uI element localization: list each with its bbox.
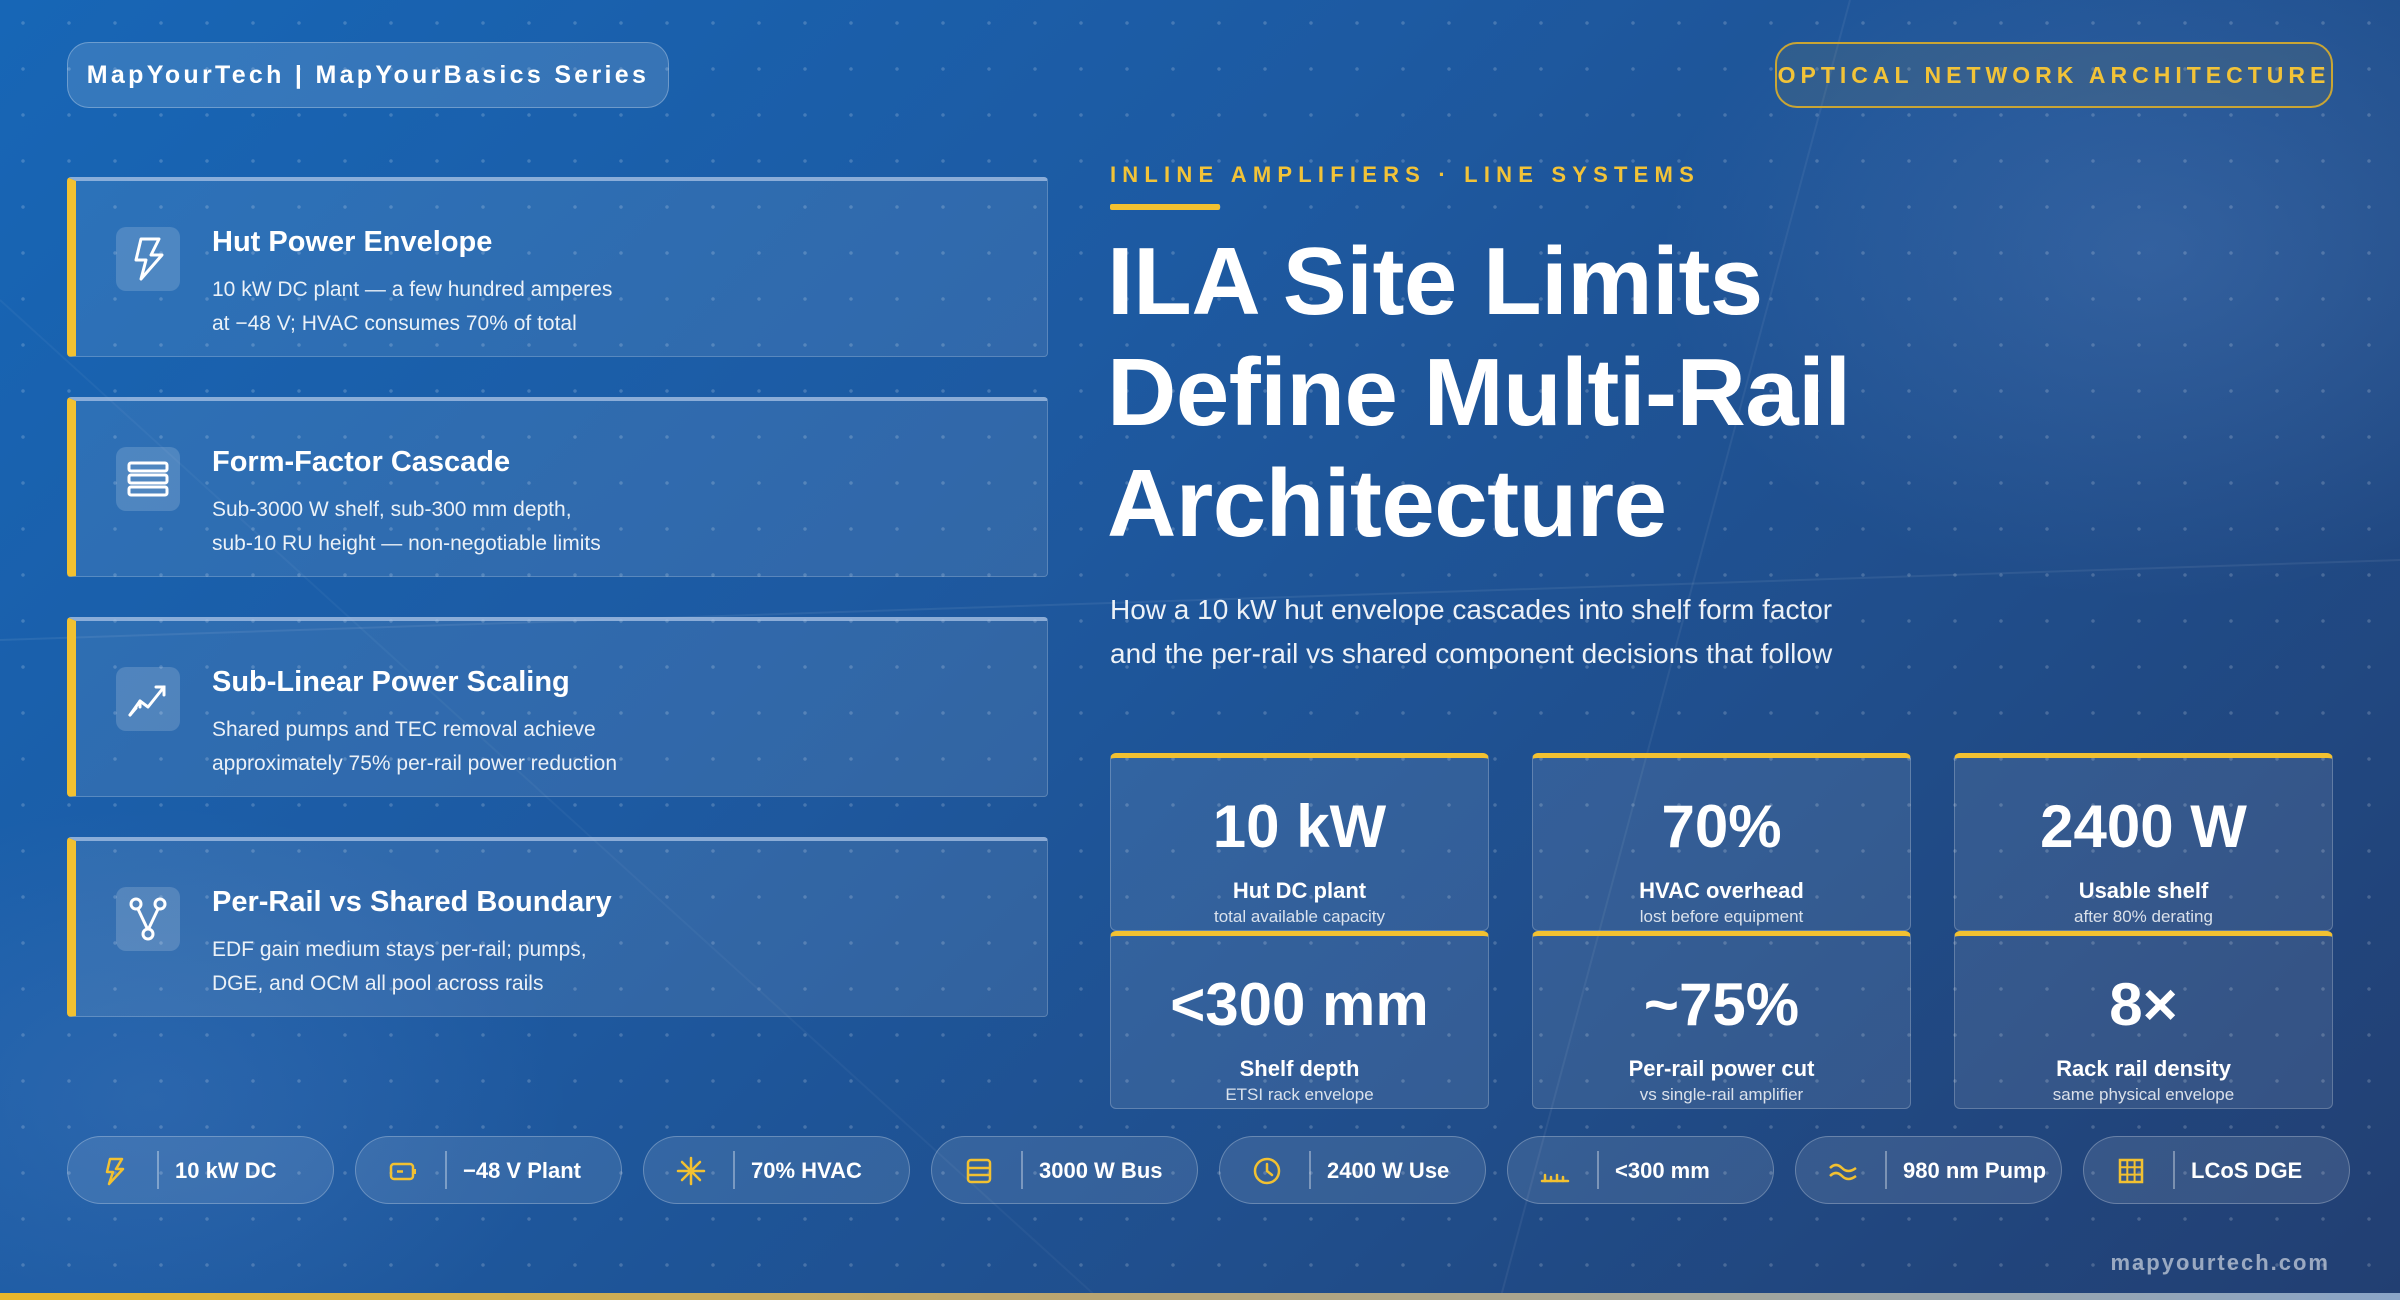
chip-label: <300 mm — [1615, 1158, 1710, 1183]
stat-card-usable-shelf: 2400 W Usable shelf after 80% derating — [1954, 753, 2333, 931]
page-title: ILA Site Limits Define Multi-Rail Archit… — [1107, 228, 1851, 557]
card-description: EDF gain medium stays per-rail; pumps, DG… — [212, 938, 587, 995]
snowflake-icon — [676, 1156, 706, 1186]
section-eyebrow: INLINE AMPLIFIERS · LINE SYSTEMS — [1110, 162, 1700, 187]
chip-dc-plant: 10 kW DC — [67, 1136, 334, 1204]
stat-value: <300 mm — [1170, 971, 1429, 1038]
chip-divider — [2173, 1151, 2175, 1189]
wave-icon — [1829, 1163, 1857, 1181]
chip-label: −48 V Plant — [463, 1158, 582, 1183]
chip-pump: 980 nm Pump — [1795, 1136, 2062, 1204]
bottom-accent-bar — [0, 1293, 2400, 1300]
topic-badge: OPTICAL NETWORK ARCHITECTURE — [1775, 42, 2333, 108]
trend-line-icon — [116, 667, 180, 731]
stat-value: ~75% — [1643, 971, 1800, 1038]
chip-label: 10 kW DC — [175, 1158, 277, 1183]
chip-label: 70% HVAC — [751, 1158, 862, 1183]
chip-bus: 3000 W Bus — [931, 1136, 1198, 1204]
battery-icon — [389, 1162, 416, 1181]
chip-divider — [1021, 1151, 1023, 1189]
stat-value: 70% — [1661, 793, 1782, 860]
gauge-icon — [1253, 1157, 1281, 1185]
stat-label: Usable shelf — [2078, 878, 2209, 903]
eyebrow-underline — [1110, 204, 1220, 210]
chip-divider — [157, 1151, 159, 1189]
footer-website-link[interactable]: mapyourtech.com — [2111, 1250, 2331, 1276]
card-title: Hut Power Envelope — [212, 226, 493, 258]
feature-card-power-scaling: Sub-Linear Power Scaling Shared pumps an… — [67, 617, 1048, 797]
chip-label: LCoS DGE — [2191, 1158, 2303, 1183]
stat-value: 2400 W — [2040, 793, 2247, 860]
feature-card-hut-power: Hut Power Envelope 10 kW DC plant — a fe… — [67, 177, 1048, 357]
grid-icon — [2118, 1158, 2144, 1184]
ruler-icon — [1540, 1173, 1570, 1183]
chip-divider — [445, 1151, 447, 1189]
stat-card-shelf-depth: <300 mm Shelf depth ETSI rack envelope — [1110, 931, 1489, 1109]
card-title: Form-Factor Cascade — [212, 446, 511, 478]
chip-dge: LCoS DGE — [2083, 1136, 2350, 1204]
card-description: Sub-3000 W shelf, sub-300 mm depth, sub-1… — [212, 498, 601, 555]
stat-label: Shelf depth — [1239, 1056, 1360, 1081]
feature-card-form-factor: Form-Factor Cascade Sub-3000 W shelf, su… — [67, 397, 1048, 577]
brand-badge: MapYourTech | MapYourBasics Series — [67, 42, 669, 108]
card-description: 10 kW DC plant — a few hundred amperes at… — [212, 278, 613, 335]
stat-value: 10 kW — [1212, 793, 1387, 860]
chip-divider — [1885, 1151, 1887, 1189]
stat-card-hvac: 70% HVAC overhead lost before equipment — [1532, 753, 1911, 931]
chip-label: 3000 W Bus — [1039, 1158, 1163, 1183]
chip-usable-power: 2400 W Use — [1219, 1136, 1486, 1204]
bus-bar-icon — [966, 1158, 992, 1184]
card-title: Per-Rail vs Shared Boundary — [212, 886, 612, 918]
stat-caption: total available capacity — [1213, 907, 1386, 926]
stat-label: Hut DC plant — [1232, 878, 1367, 903]
branch-fork-icon — [116, 887, 180, 951]
stat-card-rail-density: 8× Rack rail density same physical envel… — [1954, 931, 2333, 1109]
chip-label: 980 nm Pump — [1903, 1158, 2047, 1183]
stat-caption: lost before equipment — [1639, 907, 1804, 926]
stat-card-power-cut: ~75% Per-rail power cut vs single-rail a… — [1532, 931, 1911, 1109]
stat-label: Rack rail density — [2056, 1056, 2231, 1081]
stat-caption: ETSI rack envelope — [1225, 1085, 1374, 1104]
stat-caption: vs single-rail amplifier — [1639, 1085, 1804, 1104]
card-title: Sub-Linear Power Scaling — [212, 666, 570, 698]
chip-plant-voltage: −48 V Plant — [355, 1136, 622, 1204]
feature-card-rail-boundary: Per-Rail vs Shared Boundary EDF gain med… — [67, 837, 1048, 1017]
card-description: Shared pumps and TEC removal achieve appr… — [212, 718, 618, 775]
chip-divider — [733, 1151, 735, 1189]
chip-hvac: 70% HVAC — [643, 1136, 910, 1204]
stat-caption: same physical envelope — [2052, 1085, 2235, 1104]
chip-divider — [1597, 1151, 1599, 1189]
bolt-icon — [105, 1157, 125, 1186]
stat-label: HVAC overhead — [1639, 878, 1804, 903]
stat-value: 8× — [2109, 971, 2178, 1038]
lightning-bolt-icon — [116, 227, 180, 291]
stat-label: Per-rail power cut — [1628, 1056, 1815, 1081]
page-subtitle: How a 10 kW hut envelope cascades into s… — [1110, 594, 1833, 669]
chip-divider — [1309, 1151, 1311, 1189]
chip-label: 2400 W Use — [1327, 1158, 1450, 1183]
stat-card-hut-dc: 10 kW Hut DC plant total available capac… — [1110, 753, 1489, 931]
stacked-layers-icon — [116, 447, 180, 511]
stat-caption: after 80% derating — [2074, 907, 2213, 926]
chip-depth: <300 mm — [1507, 1136, 1774, 1204]
